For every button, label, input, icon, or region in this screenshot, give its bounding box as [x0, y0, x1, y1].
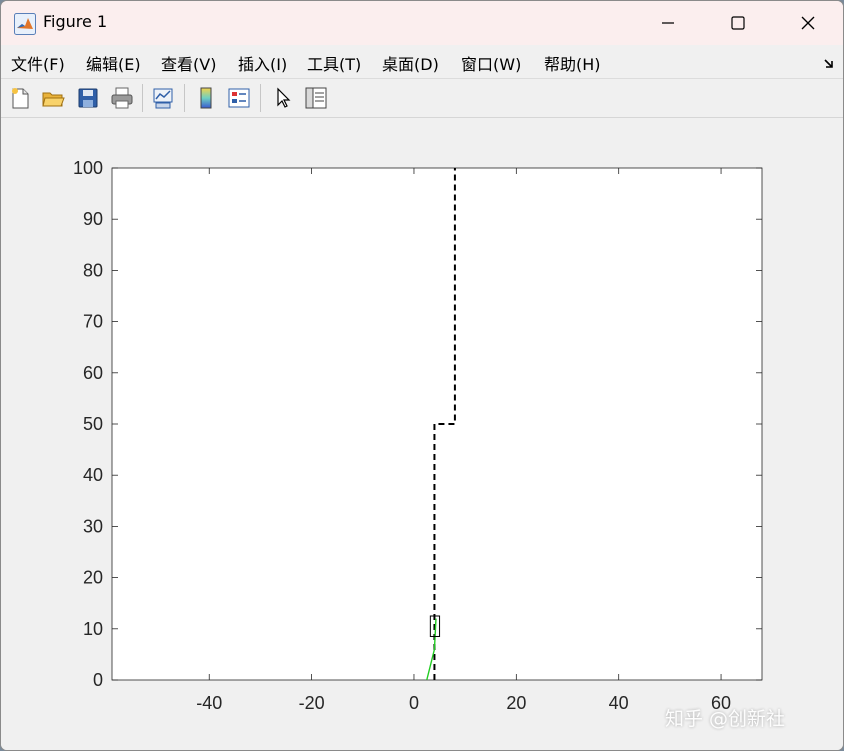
menu-help[interactable]: 帮助(H): [544, 51, 601, 75]
menu-bar: 文件(F) 编辑(E) 查看(V) 插入(I) 工具(T) 桌面(D) 窗口(W…: [1, 45, 843, 79]
colorbar-button[interactable]: [192, 84, 220, 112]
watermark-text: 知乎 @创新社: [665, 708, 786, 730]
colorbar-icon: [200, 87, 212, 109]
menu-view[interactable]: 查看(V): [161, 51, 216, 75]
y-tick-label: 30: [83, 516, 103, 536]
x-tick-label: -40: [196, 693, 222, 713]
figure-canvas: -40 -20 0 20 40 60 0 10 20 30 40 50 60 70 80 90 100: [1, 118, 843, 750]
open-file-button[interactable]: [39, 84, 67, 112]
toolbar-separator: [142, 84, 143, 112]
legend-button[interactable]: [225, 84, 253, 112]
print-button[interactable]: [108, 84, 136, 112]
pointer-button[interactable]: [269, 84, 297, 112]
link-plot-icon: [153, 88, 173, 109]
x-tick-label: -20: [299, 693, 325, 713]
title-bar: Figure 1: [1, 1, 843, 45]
y-tick-label: 20: [83, 568, 103, 588]
y-tick-label: 70: [83, 312, 103, 332]
property-editor-button[interactable]: [302, 84, 330, 112]
y-tick-label: 50: [83, 414, 103, 434]
toolbar-separator: [184, 84, 185, 112]
x-tick-label: 0: [409, 693, 419, 713]
save-icon: [78, 88, 98, 108]
save-button[interactable]: [74, 84, 102, 112]
menu-desktop[interactable]: 桌面(D): [382, 51, 439, 75]
y-tick-label: 100: [73, 158, 103, 178]
new-figure-button[interactable]: [6, 84, 34, 112]
menu-window[interactable]: 窗口(W): [461, 51, 521, 75]
close-button[interactable]: [773, 1, 843, 45]
toolbar-separator: [260, 84, 261, 112]
x-tick-label: 40: [609, 693, 629, 713]
matlab-icon: [14, 13, 36, 35]
window-title: Figure 1: [43, 12, 108, 31]
plot-axes[interactable]: -40 -20 0 20 40 600102030405060708090100: [1, 118, 843, 750]
new-figure-icon: [12, 88, 29, 109]
close-icon: [801, 16, 815, 30]
legend-icon: [228, 88, 250, 108]
menu-file[interactable]: 文件(F): [11, 51, 65, 75]
maximize-button[interactable]: [703, 1, 773, 45]
minimize-button[interactable]: [633, 1, 703, 45]
menu-insert[interactable]: 插入(I): [238, 51, 287, 75]
open-file-icon: [42, 92, 65, 107]
print-icon: [111, 87, 133, 109]
menu-edit[interactable]: 编辑(E): [86, 51, 141, 75]
y-tick-label: 10: [83, 619, 103, 639]
property-editor-icon: [305, 87, 327, 109]
minimize-icon: [662, 22, 674, 24]
menu-tools[interactable]: 工具(T): [307, 51, 361, 75]
dock-arrow-icon[interactable]: [823, 57, 835, 69]
toolbar: [1, 79, 843, 118]
maximize-icon: [731, 16, 745, 30]
y-tick-label: 0: [93, 670, 103, 690]
y-tick-label: 40: [83, 465, 103, 485]
y-tick-label: 80: [83, 260, 103, 280]
figure-window: Figure 1 文件(F) 编辑(E) 查看(V) 插入(I) 工具(T) 桌…: [0, 0, 844, 751]
x-tick-label: 20: [506, 693, 526, 713]
y-tick-label: 60: [83, 363, 103, 383]
plot-background: [111, 167, 763, 681]
link-plot-button[interactable]: [149, 84, 177, 112]
y-tick-label: 90: [83, 209, 103, 229]
pointer-icon: [277, 87, 291, 108]
